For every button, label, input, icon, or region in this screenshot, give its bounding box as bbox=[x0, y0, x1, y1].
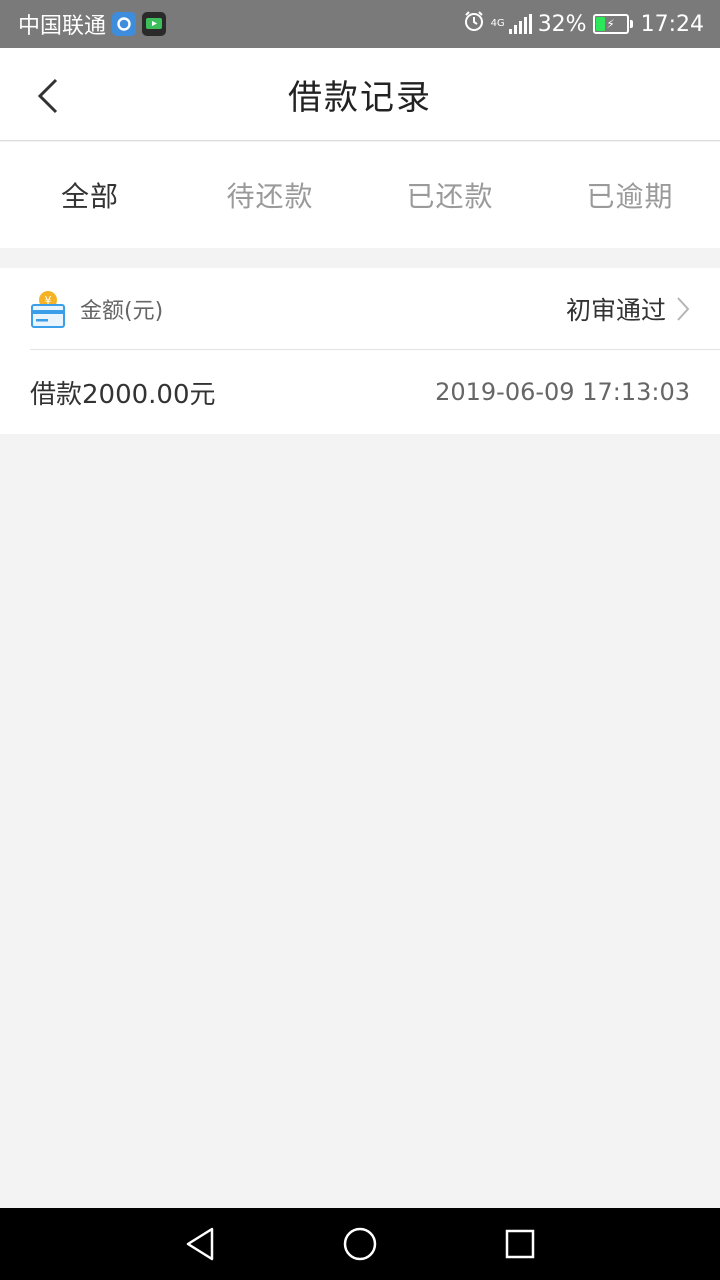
tab-repaid[interactable]: 已还款 bbox=[360, 142, 540, 248]
chevron-right-icon bbox=[677, 296, 690, 321]
chevron-left-icon bbox=[37, 78, 58, 114]
record-body: 借款2000.00元 2019-06-09 17:13:03 bbox=[0, 350, 720, 434]
header-bar: 借款记录 bbox=[0, 48, 720, 141]
clock: 17:24 bbox=[640, 11, 704, 37]
tab-pending-repayment[interactable]: 待还款 bbox=[180, 142, 360, 248]
battery-icon: ⚡ bbox=[592, 14, 633, 34]
back-triangle-icon bbox=[186, 1227, 214, 1261]
money-card-icon: ¥ bbox=[31, 290, 65, 328]
page-title: 借款记录 bbox=[288, 77, 432, 118]
loan-record-card[interactable]: ¥ 金额(元) 初审通过 借款2000.00元 2019-06-09 17:13… bbox=[0, 268, 720, 434]
system-home-button[interactable] bbox=[280, 1208, 440, 1280]
system-recents-button[interactable] bbox=[440, 1208, 600, 1280]
alarm-icon bbox=[463, 10, 485, 38]
system-back-button[interactable] bbox=[120, 1208, 280, 1280]
status-bar: 中国联通 4G 32% ⚡ 17:24 bbox=[0, 0, 720, 48]
tab-overdue[interactable]: 已逾期 bbox=[540, 142, 720, 248]
battery-percent: 32% bbox=[537, 11, 587, 37]
loan-timestamp: 2019-06-09 17:13:03 bbox=[435, 378, 690, 406]
record-amount-label-group: ¥ 金额(元) bbox=[30, 289, 163, 329]
tab-all[interactable]: 全部 bbox=[0, 142, 180, 248]
app-video-icon bbox=[142, 12, 167, 36]
loan-description: 借款2000.00元 bbox=[30, 379, 216, 410]
app-browser-icon bbox=[112, 12, 137, 36]
amount-label: 金额(元) bbox=[80, 298, 164, 324]
status-bar-left: 中国联通 bbox=[18, 8, 167, 40]
home-circle-icon bbox=[343, 1227, 377, 1261]
record-status-group[interactable]: 初审通过 bbox=[566, 291, 690, 327]
record-header: ¥ 金额(元) 初审通过 bbox=[30, 268, 720, 350]
signal-icon bbox=[508, 14, 532, 34]
recents-square-icon bbox=[505, 1229, 535, 1259]
record-status: 初审通过 bbox=[565, 295, 666, 325]
filter-tabs: 全部 待还款 已还款 已逾期 bbox=[0, 142, 720, 248]
system-nav-bar bbox=[0, 1208, 720, 1280]
charging-bolt-icon: ⚡ bbox=[606, 17, 615, 31]
status-bar-right: 4G 32% ⚡ 17:24 bbox=[463, 10, 704, 38]
back-button[interactable] bbox=[28, 74, 68, 118]
carrier-name: 中国联通 bbox=[18, 14, 107, 39]
network-type: 4G bbox=[490, 18, 505, 29]
